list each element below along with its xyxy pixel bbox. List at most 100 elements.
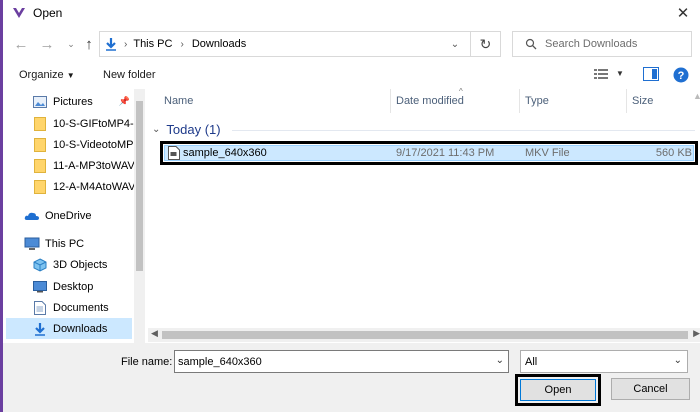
- app-logo-icon: [11, 5, 27, 21]
- up-arrow-icon[interactable]: ↑: [79, 34, 99, 54]
- document-icon: [32, 300, 48, 316]
- nav-item-downloads[interactable]: Downloads: [6, 318, 132, 339]
- chevron-down-icon[interactable]: ⌄: [496, 355, 504, 366]
- nav-item-label: 3D Objects: [53, 258, 108, 271]
- nav-item-this-pc[interactable]: This PC: [6, 233, 132, 254]
- file-name-cell: sample_640x360: [183, 147, 267, 159]
- close-icon[interactable]: ✕: [666, 0, 700, 26]
- file-type-cell: MKV File: [525, 147, 570, 159]
- command-bar: Organize ▼ New folder ▼ ?: [3, 63, 700, 89]
- nav-item-folder[interactable]: 10-S-GIFtoMP4-: [6, 113, 134, 134]
- nav-item-label: Downloads: [53, 322, 108, 335]
- pin-icon: 📌: [118, 96, 130, 106]
- group-label: Today (1): [166, 122, 221, 137]
- nav-item-label: Desktop: [53, 280, 94, 293]
- recent-locations-chevron-icon[interactable]: ⌄: [61, 34, 81, 54]
- file-name-field[interactable]: [175, 351, 475, 372]
- scrollbar-thumb[interactable]: [162, 331, 688, 339]
- column-divider[interactable]: [519, 89, 520, 113]
- scroll-up-arrow-icon[interactable]: ▲: [693, 91, 700, 101]
- forward-arrow-icon[interactable]: →: [37, 34, 57, 54]
- pictures-icon: [32, 94, 48, 110]
- new-folder-button[interactable]: New folder: [103, 69, 156, 81]
- navigation-pane: Pictures 📌 10-S-GIFtoMP4- 10-S-VideotoMP…: [6, 89, 145, 343]
- scrollbar-thumb[interactable]: [136, 101, 143, 271]
- column-header-type[interactable]: Type: [525, 95, 549, 107]
- nav-pane-scrollbar[interactable]: [134, 89, 145, 343]
- nav-item-onedrive[interactable]: OneDrive: [6, 205, 132, 226]
- nav-item-documents[interactable]: Documents: [6, 297, 132, 318]
- breadcrumb-separator-icon: ›: [180, 38, 184, 50]
- title-bar: Open ✕: [3, 0, 700, 26]
- breadcrumb-separator-icon: ›: [124, 38, 128, 50]
- scroll-right-arrow-icon[interactable]: ▶: [693, 328, 700, 339]
- search-placeholder: Search Downloads: [545, 38, 638, 50]
- search-input[interactable]: Search Downloads: [512, 31, 692, 57]
- breadcrumb-this-pc[interactable]: This PC: [133, 38, 172, 50]
- column-header-name[interactable]: Name: [164, 95, 193, 107]
- column-header-size[interactable]: Size: [632, 95, 653, 107]
- nav-item-label: 12-A-M4AtoWAV: [53, 180, 136, 193]
- scroll-left-arrow-icon[interactable]: ◀: [151, 328, 158, 339]
- view-dropdown-chevron-icon[interactable]: ▼: [616, 69, 624, 78]
- folder-icon: [32, 158, 48, 174]
- nav-item-label: Documents: [53, 301, 109, 314]
- chevron-down-icon[interactable]: ⌄: [674, 355, 682, 366]
- nav-item-3d-objects[interactable]: 3D Objects: [6, 254, 132, 275]
- file-size-cell: 560 KB: [655, 147, 692, 159]
- address-bar[interactable]: › This PC › Downloads ⌄ ↻: [99, 31, 501, 57]
- preview-pane-icon[interactable]: [643, 67, 659, 84]
- computer-icon: [24, 236, 40, 252]
- file-type-select[interactable]: All ⌄: [520, 350, 688, 373]
- nav-item-label: Pictures: [53, 95, 93, 108]
- help-icon[interactable]: ?: [673, 67, 689, 86]
- svg-text:?: ?: [678, 70, 685, 82]
- nav-item-label: 10-S-GIFtoMP4-: [53, 117, 134, 130]
- column-divider[interactable]: [626, 89, 627, 113]
- video-file-icon: [168, 146, 180, 163]
- cloud-icon: [24, 208, 40, 224]
- desktop-icon: [32, 279, 48, 295]
- nav-item-label: OneDrive: [45, 209, 92, 222]
- file-type-value: All: [525, 355, 538, 368]
- file-list-scrollbar[interactable]: ▲: [691, 89, 700, 328]
- column-header-date[interactable]: Date modified: [396, 95, 464, 107]
- horizontal-scrollbar[interactable]: ◀ ▶: [148, 328, 700, 342]
- open-dialog: Open ✕ ← → ⌄ ↑ › This PC › Downloads ⌄ ↻…: [0, 0, 700, 412]
- file-name-label: File name:: [121, 356, 173, 368]
- group-header[interactable]: ⌄ Today (1): [152, 122, 221, 137]
- address-row: ← → ⌄ ↑ › This PC › Downloads ⌄ ↻ Search…: [3, 28, 700, 60]
- nav-item-label: This PC: [45, 237, 85, 250]
- nav-item-label: 10-S-VideotoMP: [53, 138, 134, 151]
- download-location-icon: [104, 37, 118, 51]
- search-icon: [525, 38, 537, 50]
- view-options-icon[interactable]: [594, 67, 610, 84]
- table-row[interactable]: sample_640x360 9/17/2021 11:43 PM MKV Fi…: [160, 141, 698, 165]
- nav-item-folder[interactable]: 11-A-MP3toWAV: [6, 155, 135, 176]
- file-name-area: File name: ⌄ All ⌄ Open Cancel: [3, 343, 700, 412]
- chevron-down-icon[interactable]: ⌄: [444, 32, 466, 56]
- nav-item-label: 11-A-MP3toWAV: [53, 159, 135, 172]
- cancel-button[interactable]: Cancel: [611, 378, 690, 400]
- nav-item-pictures[interactable]: Pictures 📌: [6, 91, 132, 112]
- chevron-down-icon[interactable]: ⌄: [152, 124, 160, 135]
- organize-menu-button[interactable]: Organize ▼: [19, 69, 75, 81]
- refresh-icon[interactable]: ↻: [470, 32, 500, 56]
- folder-icon: [32, 137, 48, 153]
- file-date-cell: 9/17/2021 11:43 PM: [396, 147, 495, 159]
- file-list: Name ^ Date modified Type Size ⌄ Today (…: [148, 87, 700, 343]
- column-header-row: Name ^ Date modified Type Size: [148, 87, 700, 113]
- open-button[interactable]: Open: [515, 374, 601, 406]
- nav-item-folder[interactable]: 12-A-M4AtoWAV: [6, 176, 136, 197]
- group-divider: [232, 130, 695, 131]
- nav-item-folder[interactable]: 10-S-VideotoMP: [6, 134, 134, 155]
- file-name-combobox[interactable]: ⌄: [174, 350, 509, 373]
- open-button-label: Open: [520, 379, 596, 401]
- folder-icon: [32, 116, 48, 132]
- back-arrow-icon[interactable]: ←: [11, 34, 31, 54]
- nav-item-desktop[interactable]: Desktop: [6, 276, 132, 297]
- breadcrumb-downloads[interactable]: Downloads: [192, 38, 246, 50]
- cube-icon: [32, 257, 48, 273]
- column-divider[interactable]: [390, 89, 391, 113]
- folder-icon: [32, 179, 48, 195]
